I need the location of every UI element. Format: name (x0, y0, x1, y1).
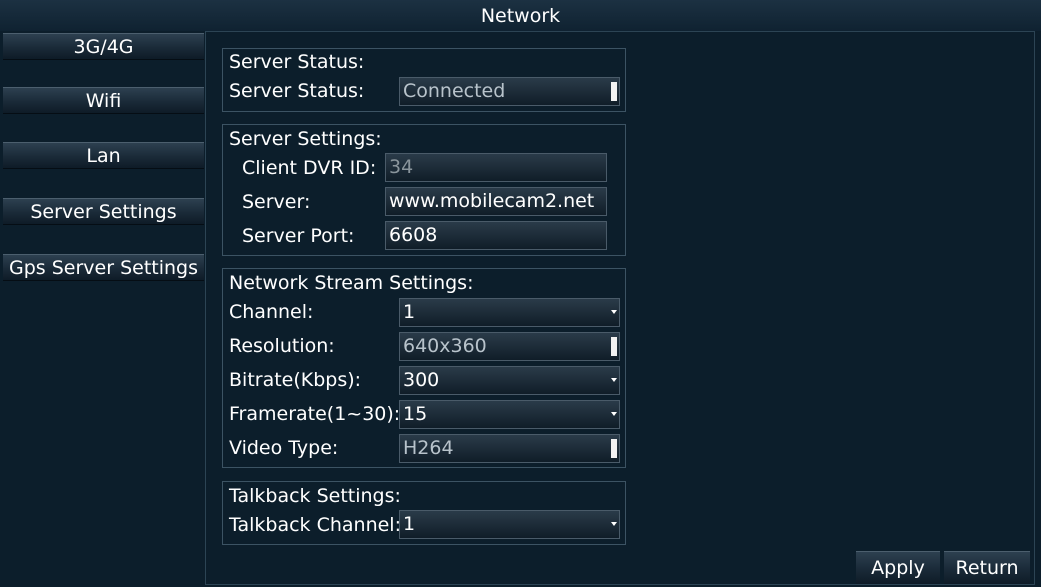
server-status-label: Server Status: (229, 80, 365, 102)
server-status-heading: Server Status: (229, 51, 365, 73)
server-label: Server: (242, 191, 311, 213)
sidebar: 3G/4G Wifi Lan Server Settings Gps Serve… (0, 31, 205, 587)
framerate-dropdown[interactable]: 15 (399, 400, 620, 429)
bitrate-value: 300 (403, 369, 440, 391)
chevron-down-icon (611, 378, 617, 382)
server-settings-heading: Server Settings: (229, 128, 382, 150)
chevron-down-icon (611, 522, 617, 526)
scroll-indicator-icon (611, 82, 617, 101)
resolution-label: Resolution: (229, 335, 335, 357)
client-dvr-id-input[interactable]: 34 (385, 153, 607, 182)
server-port-input[interactable]: 6608 (385, 221, 607, 250)
talkback-channel-label: Talkback Channel: (229, 514, 401, 536)
apply-button[interactable]: Apply (856, 551, 940, 584)
resolution-dropdown[interactable]: 640x360 (399, 332, 620, 361)
channel-label: Channel: (229, 301, 314, 323)
video-type-value: H264 (403, 437, 454, 459)
server-port-label: Server Port: (242, 225, 355, 247)
talkback-channel-dropdown[interactable]: 1 (399, 510, 620, 539)
sidebar-item-server-settings[interactable]: Server Settings (3, 198, 204, 225)
server-status-field: Connected (399, 77, 620, 106)
scroll-indicator-icon (611, 439, 617, 458)
channel-value: 1 (403, 301, 416, 323)
sidebar-item-3g4g[interactable]: 3G/4G (3, 33, 204, 60)
sidebar-item-lan[interactable]: Lan (3, 142, 204, 169)
window-title: Network (0, 0, 1041, 31)
network-stream-settings-heading: Network Stream Settings: (229, 272, 474, 294)
client-dvr-id-label: Client DVR ID: (242, 157, 377, 179)
server-status-value: Connected (403, 80, 506, 102)
sidebar-item-wifi[interactable]: Wifi (3, 87, 204, 114)
chevron-down-icon (611, 412, 617, 416)
talkback-settings-heading: Talkback Settings: (229, 485, 401, 507)
resolution-value: 640x360 (403, 335, 487, 357)
bitrate-dropdown[interactable]: 300 (399, 366, 620, 395)
bitrate-label: Bitrate(Kbps): (229, 369, 362, 391)
return-button[interactable]: Return (944, 551, 1030, 584)
talkback-channel-value: 1 (403, 513, 416, 535)
framerate-value: 15 (403, 403, 428, 425)
channel-dropdown[interactable]: 1 (399, 298, 620, 327)
server-input[interactable]: www.mobilecam2.net (385, 187, 607, 216)
video-type-dropdown[interactable]: H264 (399, 434, 620, 463)
framerate-label: Framerate(1~30): (229, 403, 401, 425)
video-type-label: Video Type: (229, 437, 339, 459)
scroll-indicator-icon (611, 337, 617, 356)
sidebar-item-gps-server-settings[interactable]: Gps Server Settings (3, 254, 204, 281)
chevron-down-icon (611, 310, 617, 314)
